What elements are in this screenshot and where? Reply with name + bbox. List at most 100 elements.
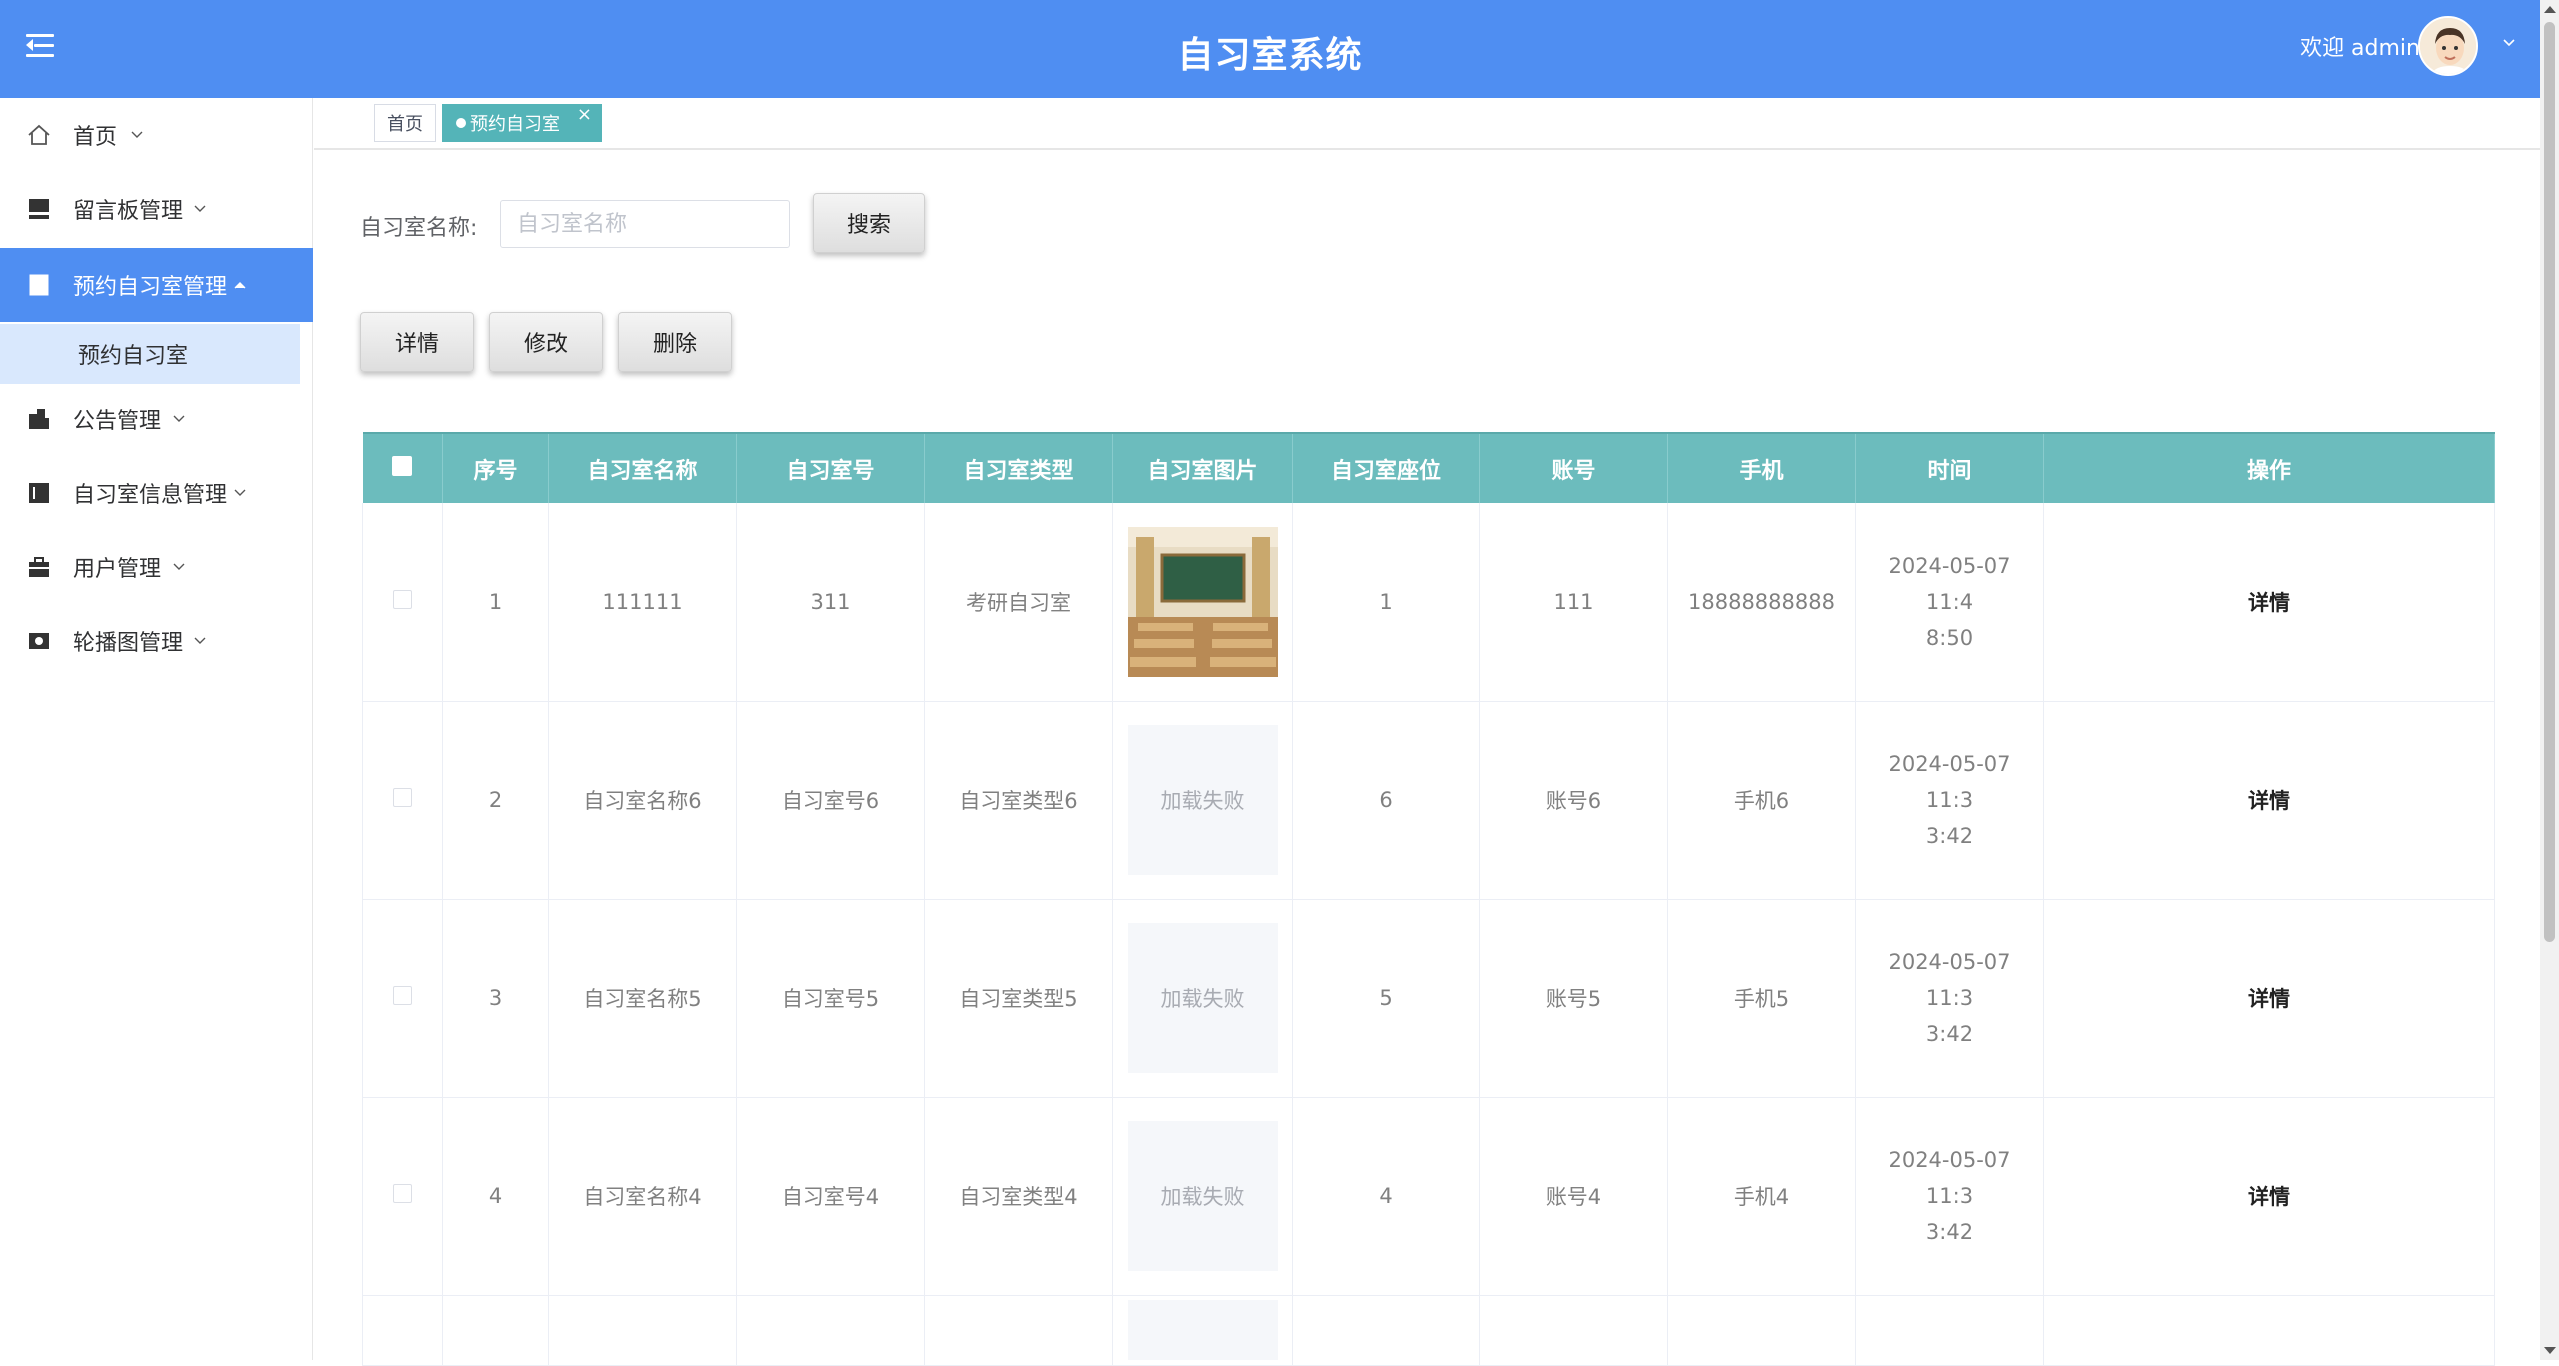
scroll-up-icon[interactable] bbox=[2544, 6, 2556, 13]
row-detail-link[interactable]: 详情 bbox=[2248, 789, 2290, 813]
select-all-checkbox[interactable] bbox=[392, 455, 413, 476]
sidebar-item-booking[interactable]: 预约自习室管理 bbox=[0, 248, 313, 322]
cell-name: 自习室名称5 bbox=[548, 899, 737, 1098]
cell-room: 311 bbox=[736, 503, 925, 702]
top-header: 自习室系统 欢迎 admin bbox=[0, 0, 2540, 98]
sidebar-item-notice[interactable]: 公告管理 bbox=[0, 382, 313, 456]
cell-seats: 6 bbox=[1292, 701, 1480, 900]
column-header: 账号 bbox=[1479, 432, 1668, 503]
time-line: 2024-05-07 11:3 bbox=[1888, 950, 2011, 1010]
cell-phone: 18888888888 bbox=[1667, 503, 1856, 702]
time-line: 2024-05-07 11:3 bbox=[1888, 1148, 2011, 1208]
sidebar-subitem-booking-room[interactable]: 预约自习室 bbox=[0, 324, 300, 384]
search-label: 自习室名称: bbox=[360, 216, 478, 241]
cell-account: 111 bbox=[1479, 503, 1668, 702]
table-header-row: 序号 自习室名称 自习室号 自习室类型 自习室图片 自习室座位 账号 手机 时间… bbox=[362, 432, 2495, 503]
cell-room: 自习室号5 bbox=[736, 899, 925, 1098]
cell-image: 加载失败 bbox=[1112, 701, 1293, 900]
cell-time: 2024-05-07 11:3 3:42 bbox=[1855, 701, 2044, 900]
row-checkbox[interactable] bbox=[393, 589, 412, 609]
cell-name: 111111 bbox=[548, 503, 737, 702]
cell-phone: 手机4 bbox=[1667, 1097, 1856, 1296]
row-checkbox[interactable] bbox=[393, 1184, 412, 1203]
cell-no: 1 bbox=[442, 503, 549, 702]
chevron-down-icon bbox=[234, 489, 246, 496]
column-header: 手机 bbox=[1667, 432, 1856, 503]
scrollbar-thumb[interactable] bbox=[2544, 22, 2555, 942]
cell-account: 账号4 bbox=[1479, 1097, 1668, 1296]
time-line: 3:42 bbox=[1925, 824, 1974, 848]
row-checkbox[interactable] bbox=[393, 788, 412, 807]
column-header: 自习室号 bbox=[736, 432, 925, 503]
delete-button[interactable]: 删除 bbox=[618, 312, 732, 372]
tab-home[interactable]: 首页 bbox=[374, 104, 436, 142]
scroll-down-icon[interactable] bbox=[2544, 1347, 2556, 1354]
sidebar-item-label: 公告管理 bbox=[73, 409, 162, 434]
tabs-bar: 首页 预约自习室 × bbox=[314, 98, 2540, 150]
image-load-failed: 加载失败 bbox=[1127, 1121, 1278, 1271]
notice-icon bbox=[29, 409, 49, 429]
sidebar-item-label: 用户管理 bbox=[73, 557, 162, 582]
edit-button[interactable]: 修改 bbox=[489, 312, 603, 372]
sidebar-item-message-board[interactable]: 留言板管理 bbox=[0, 172, 313, 246]
column-header: 自习室图片 bbox=[1112, 432, 1293, 503]
chevron-down-icon bbox=[194, 205, 206, 212]
message-board-icon bbox=[29, 199, 49, 219]
sidebar-item-label: 自习室信息管理 bbox=[73, 483, 228, 508]
cell-type: 自习室类型5 bbox=[924, 899, 1113, 1098]
image-placeholder bbox=[1127, 1299, 1278, 1360]
table-row: 4 自习室名称4 自习室号4 自习室类型4 加载失败 4 账号4 手机4 202… bbox=[362, 1097, 2495, 1296]
time-line: 3:42 bbox=[1925, 1220, 1974, 1244]
cell-image: 加载失败 bbox=[1112, 1097, 1293, 1296]
cell-time: 2024-05-07 11:3 3:42 bbox=[1855, 899, 2044, 1098]
cell-no: 3 bbox=[442, 899, 549, 1098]
search-input[interactable] bbox=[500, 200, 790, 248]
column-header: 自习室座位 bbox=[1292, 432, 1480, 503]
time-line: 8:50 bbox=[1925, 625, 1974, 650]
chevron-down-icon bbox=[173, 415, 185, 422]
sidebar-item-room-info[interactable]: 自习室信息管理 bbox=[0, 456, 313, 530]
user-avatar[interactable] bbox=[2418, 16, 2478, 76]
row-checkbox[interactable] bbox=[393, 986, 412, 1005]
home-icon bbox=[28, 124, 50, 145]
table-row: 1 111111 311 考研自习室 1 111 18888888888 202… bbox=[362, 503, 2495, 702]
chevron-down-icon bbox=[194, 637, 206, 644]
sidebar-item-label: 预约自习室管理 bbox=[73, 275, 228, 300]
sidebar-item-label: 首页 bbox=[73, 125, 118, 150]
cell-no: 4 bbox=[442, 1097, 549, 1296]
cell-room: 自习室号6 bbox=[736, 701, 925, 900]
detail-button[interactable]: 详情 bbox=[360, 312, 474, 372]
booking-table: 序号 自习室名称 自习室号 自习室类型 自习室图片 自习室座位 账号 手机 时间… bbox=[362, 432, 2495, 1366]
cell-type: 考研自习室 bbox=[924, 503, 1113, 702]
time-line: 3:42 bbox=[1925, 1022, 1974, 1046]
cell-phone: 手机5 bbox=[1667, 899, 1856, 1098]
close-icon[interactable]: × bbox=[577, 106, 592, 124]
cell-name: 自习室名称4 bbox=[548, 1097, 737, 1296]
cell-name: 自习室名称6 bbox=[548, 701, 737, 900]
tab-booking-room[interactable]: 预约自习室 × bbox=[442, 104, 602, 142]
image-load-failed: 加载失败 bbox=[1127, 725, 1278, 875]
row-detail-link[interactable]: 详情 bbox=[2248, 987, 2290, 1011]
sidebar-item-label: 留言板管理 bbox=[73, 199, 184, 224]
search-button[interactable]: 搜索 bbox=[813, 193, 925, 253]
chevron-down-icon[interactable] bbox=[2502, 36, 2516, 50]
chevron-down-icon bbox=[173, 563, 185, 570]
select-all-cell[interactable] bbox=[362, 432, 443, 503]
classroom-image[interactable] bbox=[1127, 526, 1278, 677]
row-detail-link[interactable]: 详情 bbox=[2248, 591, 2290, 615]
info-icon bbox=[29, 483, 49, 503]
row-detail-link[interactable]: 详情 bbox=[2248, 1185, 2290, 1209]
sidebar-item-users[interactable]: 用户管理 bbox=[0, 530, 313, 604]
sidebar-item-carousel[interactable]: 轮播图管理 bbox=[0, 604, 313, 678]
image-load-failed: 加载失败 bbox=[1127, 923, 1278, 1073]
page-scrollbar[interactable] bbox=[2540, 0, 2559, 1360]
time-line: 2024-05-07 11:4 bbox=[1888, 553, 2011, 614]
chevron-down-icon bbox=[131, 131, 143, 138]
cell-seats: 1 bbox=[1292, 503, 1480, 702]
column-header: 时间 bbox=[1855, 432, 2044, 503]
sidebar-item-home[interactable]: 首页 bbox=[0, 98, 313, 172]
cell-image: 加载失败 bbox=[1112, 899, 1293, 1098]
cell-image bbox=[1112, 503, 1293, 702]
column-header: 自习室名称 bbox=[548, 432, 737, 503]
cell-seats: 4 bbox=[1292, 1097, 1480, 1296]
